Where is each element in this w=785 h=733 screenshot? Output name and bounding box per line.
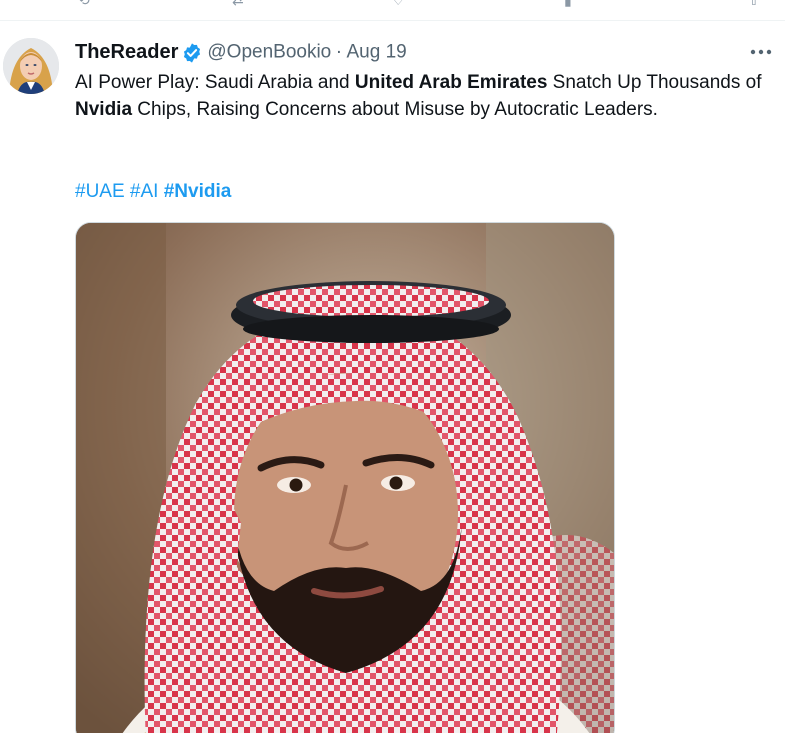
reply-icon[interactable]: ⟲ (78, 0, 90, 9)
tweet-date[interactable]: Aug 19 (346, 42, 406, 63)
previous-tweet-actions: ⟲ ⇄ ♡ ▮ ⇧ (0, 0, 785, 21)
avatar-image (3, 38, 59, 94)
timeline: ⟲ ⇄ ♡ ▮ ⇧ TheReader @OpenBookio · Aug 19 (0, 0, 785, 733)
views-icon[interactable]: ▮ (564, 0, 572, 9)
tweet-text-bold-segment: Nvidia (75, 99, 133, 120)
more-horizontal-icon[interactable] (745, 40, 777, 64)
author-display-name[interactable]: TheReader (75, 41, 178, 63)
hashtag-link[interactable]: #UAE (75, 181, 125, 202)
header-separator: · (335, 41, 343, 63)
tweet-text-segment: Chips, Raising Concerns about Misuse by … (132, 99, 658, 120)
like-icon[interactable]: ♡ (392, 0, 405, 9)
tweet-text-segment: AI Power Play: Saudi Arabia and (75, 72, 355, 93)
tweet-text-bold-segment: United Arab Emirates (354, 72, 548, 93)
share-icon[interactable]: ⇧ (748, 0, 760, 9)
tweet-text: AI Power Play: Saudi Arabia and United A… (75, 69, 775, 123)
tweet-media-photo[interactable] (75, 222, 615, 733)
retweet-icon[interactable]: ⇄ (232, 0, 244, 9)
photo-image (76, 223, 614, 733)
author-handle[interactable]: @OpenBookio (207, 42, 331, 63)
tweet-header: TheReader @OpenBookio · Aug 19 (75, 41, 407, 65)
hashtag-link[interactable]: #Nvidia (164, 181, 232, 202)
tweet-text-segment: Snatch Up Thousands of (547, 72, 762, 93)
avatar[interactable] (3, 38, 59, 94)
verified-badge-icon[interactable] (181, 42, 203, 64)
hashtag-list: #UAE #AI #Nvidia (75, 178, 231, 205)
hashtag-link[interactable]: #AI (130, 181, 159, 202)
